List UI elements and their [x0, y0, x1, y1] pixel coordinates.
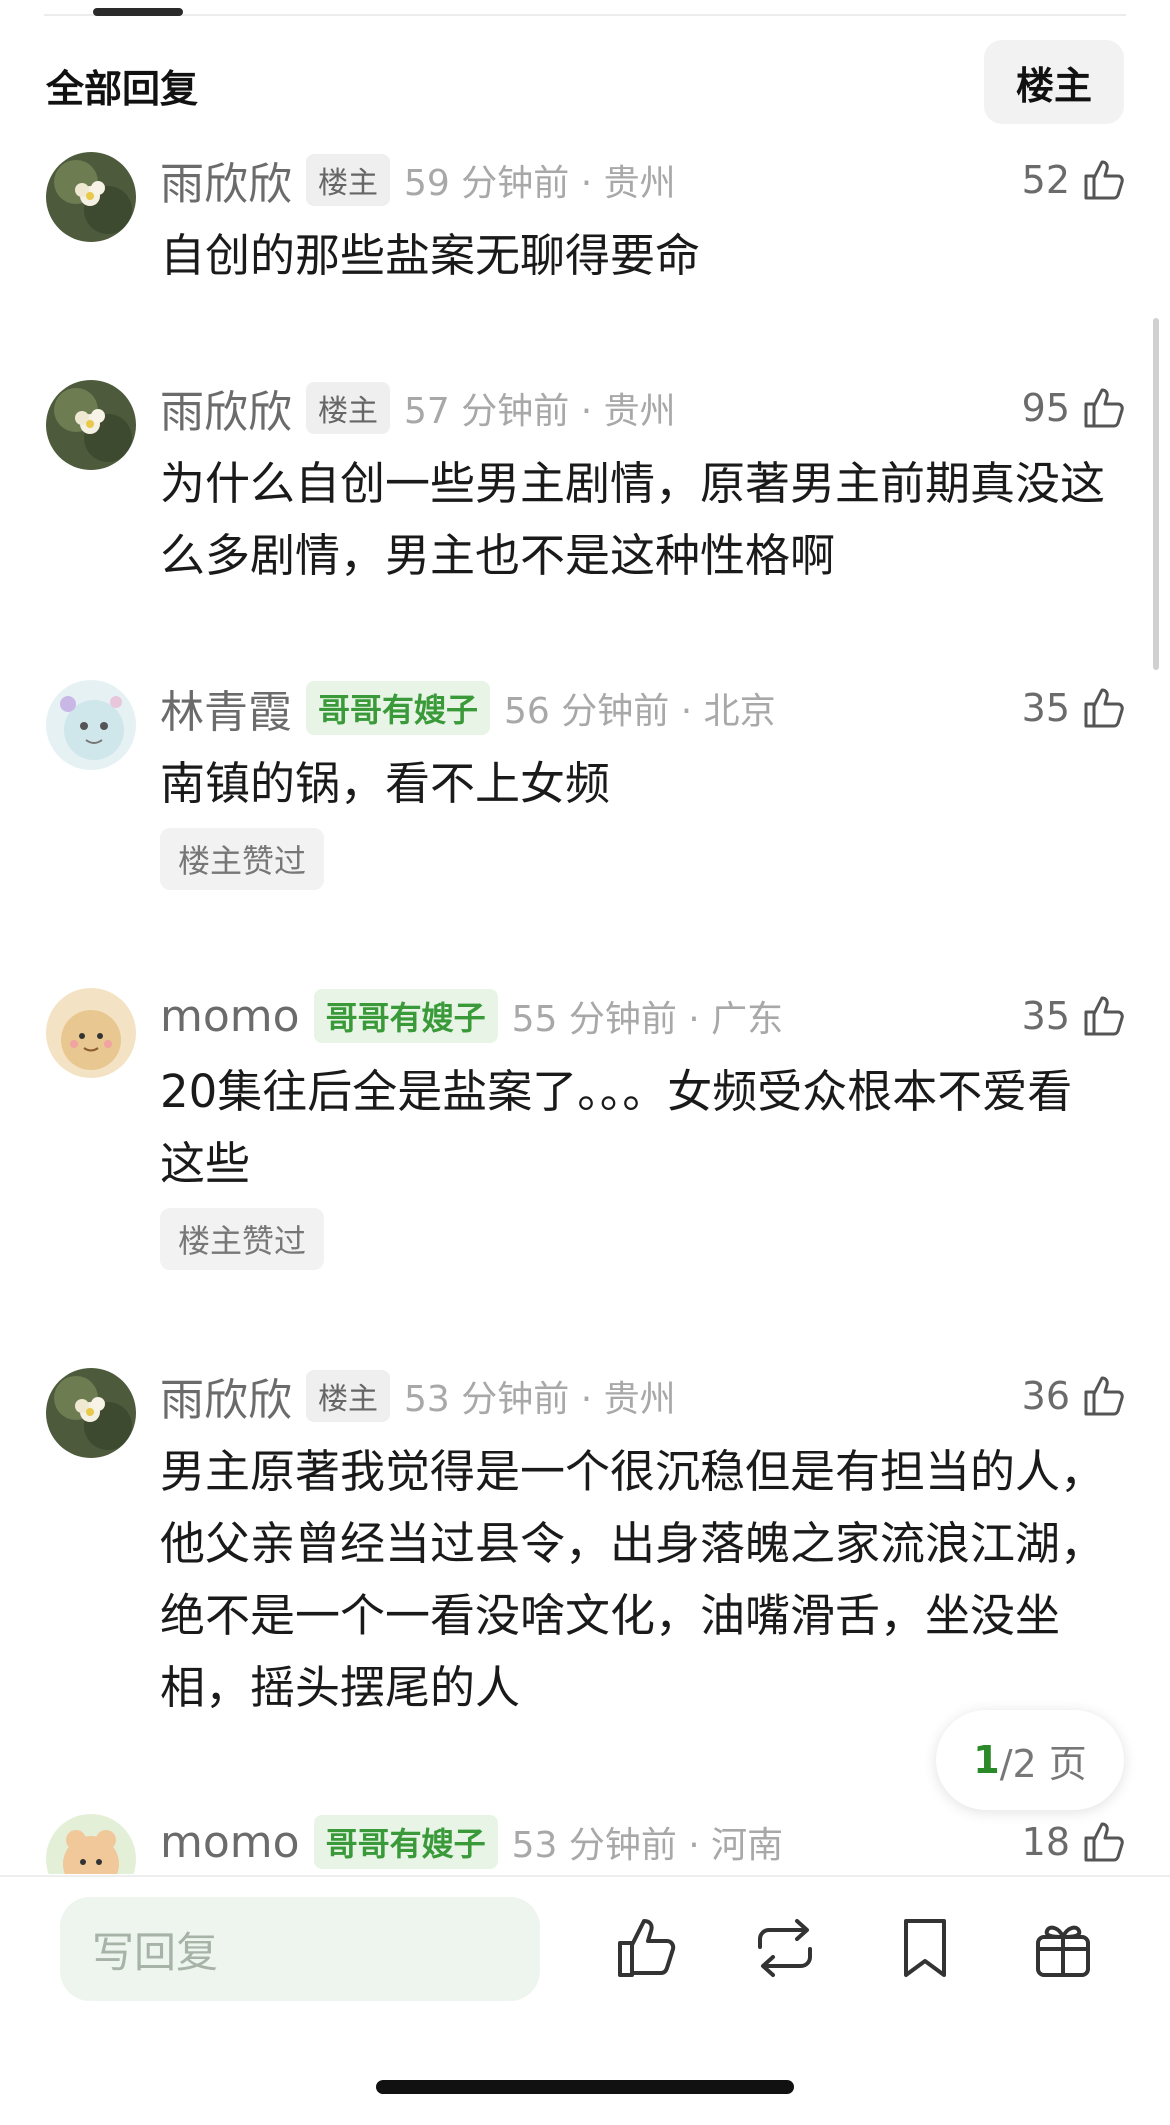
fan-badge: 哥哥有嫂子 [306, 681, 491, 735]
comment-meta: 55 分钟前 · 广东 [511, 999, 784, 1040]
owner-badge: 楼主 [306, 154, 390, 206]
comment-text: 自创的那些盐案无聊得要命 [160, 229, 701, 282]
comment-item: momo 哥哥有嫂子 55 分钟前 · 广东 35 20集往后全是盐案了。。。女… [0, 986, 1170, 1286]
home-indicator[interactable] [376, 2080, 794, 2094]
like-count: 18 [1021, 1820, 1070, 1864]
comment-item: 雨欣欣 楼主 59 分钟前 · 贵州 52 自创的那些盐案无聊得要命 [0, 150, 1170, 300]
like-count: 36 [1021, 1374, 1070, 1418]
avatar[interactable] [46, 1814, 136, 1874]
username[interactable]: momo [160, 1817, 300, 1868]
comment-header: momo 哥哥有嫂子 55 分钟前 · 广东 [160, 986, 783, 1046]
comment-text: 男主原著我觉得是一个很沉稳但是有担当的人，他父亲曾经当过县令，出身落魄之家流浪江… [160, 1445, 1106, 1714]
reply-input[interactable]: 写回复 [60, 1897, 540, 2001]
comment-item: 雨欣欣 楼主 53 分钟前 · 贵州 36 男主原著我觉得是一个很沉稳但是有担当… [0, 1366, 1170, 1726]
username[interactable]: 雨欣欣 [160, 376, 292, 440]
avatar[interactable] [46, 380, 136, 470]
thumbs-up-icon[interactable] [1080, 1818, 1128, 1866]
page-total: /2 页 [999, 1741, 1087, 1786]
username[interactable]: 雨欣欣 [160, 148, 292, 212]
avatar[interactable] [46, 1368, 136, 1458]
avatar[interactable] [46, 152, 136, 242]
comment-meta: 53 分钟前 · 河南 [511, 1825, 784, 1866]
gift-icon[interactable] [1028, 1913, 1098, 1983]
comment-header: momo 哥哥有嫂子 53 分钟前 · 河南 [160, 1812, 783, 1872]
page-current: 1 [973, 1738, 1000, 1782]
like-count: 35 [1021, 994, 1070, 1038]
comment-header: 雨欣欣 楼主 53 分钟前 · 贵州 [160, 1366, 676, 1426]
comment-header: 雨欣欣 楼主 59 分钟前 · 贵州 [160, 150, 676, 210]
owner-liked-tag: 楼主赞过 [160, 1208, 325, 1270]
avatar[interactable] [46, 680, 136, 770]
like-button[interactable]: 36 [1022, 1366, 1128, 1426]
like-button[interactable]: 35 [1022, 986, 1128, 1046]
comment-meta: 57 分钟前 · 贵州 [404, 391, 676, 432]
drag-handle[interactable] [93, 8, 183, 16]
thumbs-up-icon[interactable] [1080, 1372, 1128, 1420]
repost-icon[interactable] [750, 1913, 820, 1983]
username[interactable]: 林青霞 [160, 676, 292, 740]
comment-meta: 59 分钟前 · 贵州 [404, 163, 676, 204]
owner-liked-tag: 楼主赞过 [160, 828, 325, 890]
like-button[interactable]: 35 [1022, 678, 1128, 738]
like-count: 52 [1021, 158, 1070, 202]
comment-item: 雨欣欣 楼主 57 分钟前 · 贵州 95 为什么自创一些男主剧情，原著男主前期… [0, 378, 1170, 598]
username[interactable]: momo [160, 991, 300, 1042]
comment-meta: 53 分钟前 · 贵州 [404, 1379, 676, 1420]
avatar[interactable] [46, 988, 136, 1078]
fan-badge: 哥哥有嫂子 [313, 1815, 498, 1869]
comment-text: 南镇的锅，看不上女频 [160, 757, 611, 810]
like-count: 35 [1021, 686, 1070, 730]
page-indicator[interactable]: 1 /2 页 [936, 1710, 1124, 1810]
thumbs-up-icon[interactable] [1080, 384, 1128, 432]
comment-header: 林青霞 哥哥有嫂子 56 分钟前 · 北京 [160, 678, 776, 738]
like-button[interactable]: 95 [1022, 378, 1128, 438]
like-icon[interactable] [612, 1913, 682, 1983]
like-button[interactable]: 52 [1022, 150, 1128, 210]
fan-badge: 哥哥有嫂子 [313, 989, 498, 1043]
owner-badge: 楼主 [306, 1370, 390, 1422]
username[interactable]: 雨欣欣 [160, 1364, 292, 1428]
comment-header: 雨欣欣 楼主 57 分钟前 · 贵州 [160, 378, 676, 438]
top-divider [44, 14, 1126, 16]
page-title: 全部回复 [46, 67, 199, 111]
like-count: 95 [1021, 386, 1070, 430]
owner-only-toggle[interactable]: 楼主 [984, 40, 1124, 124]
thumbs-up-icon[interactable] [1080, 992, 1128, 1040]
comment-text: 为什么自创一些男主剧情，原著男主前期真没这么多剧情，男主也不是这种性格啊 [160, 457, 1106, 582]
thumbs-up-icon[interactable] [1080, 156, 1128, 204]
comment-meta: 56 分钟前 · 北京 [504, 691, 776, 732]
thumbs-up-icon[interactable] [1080, 684, 1128, 732]
comment-item: 林青霞 哥哥有嫂子 56 分钟前 · 北京 35 南镇的锅，看不上女频 楼主赞过 [0, 678, 1170, 918]
bookmark-icon[interactable] [890, 1913, 960, 1983]
comment-item: momo 哥哥有嫂子 53 分钟前 · 河南 18 [0, 1812, 1170, 1874]
like-button[interactable]: 18 [1022, 1812, 1128, 1872]
owner-badge: 楼主 [306, 382, 390, 434]
comment-text: 20集往后全是盐案了。。。女频受众根本不爱看这些 [160, 1065, 1073, 1190]
